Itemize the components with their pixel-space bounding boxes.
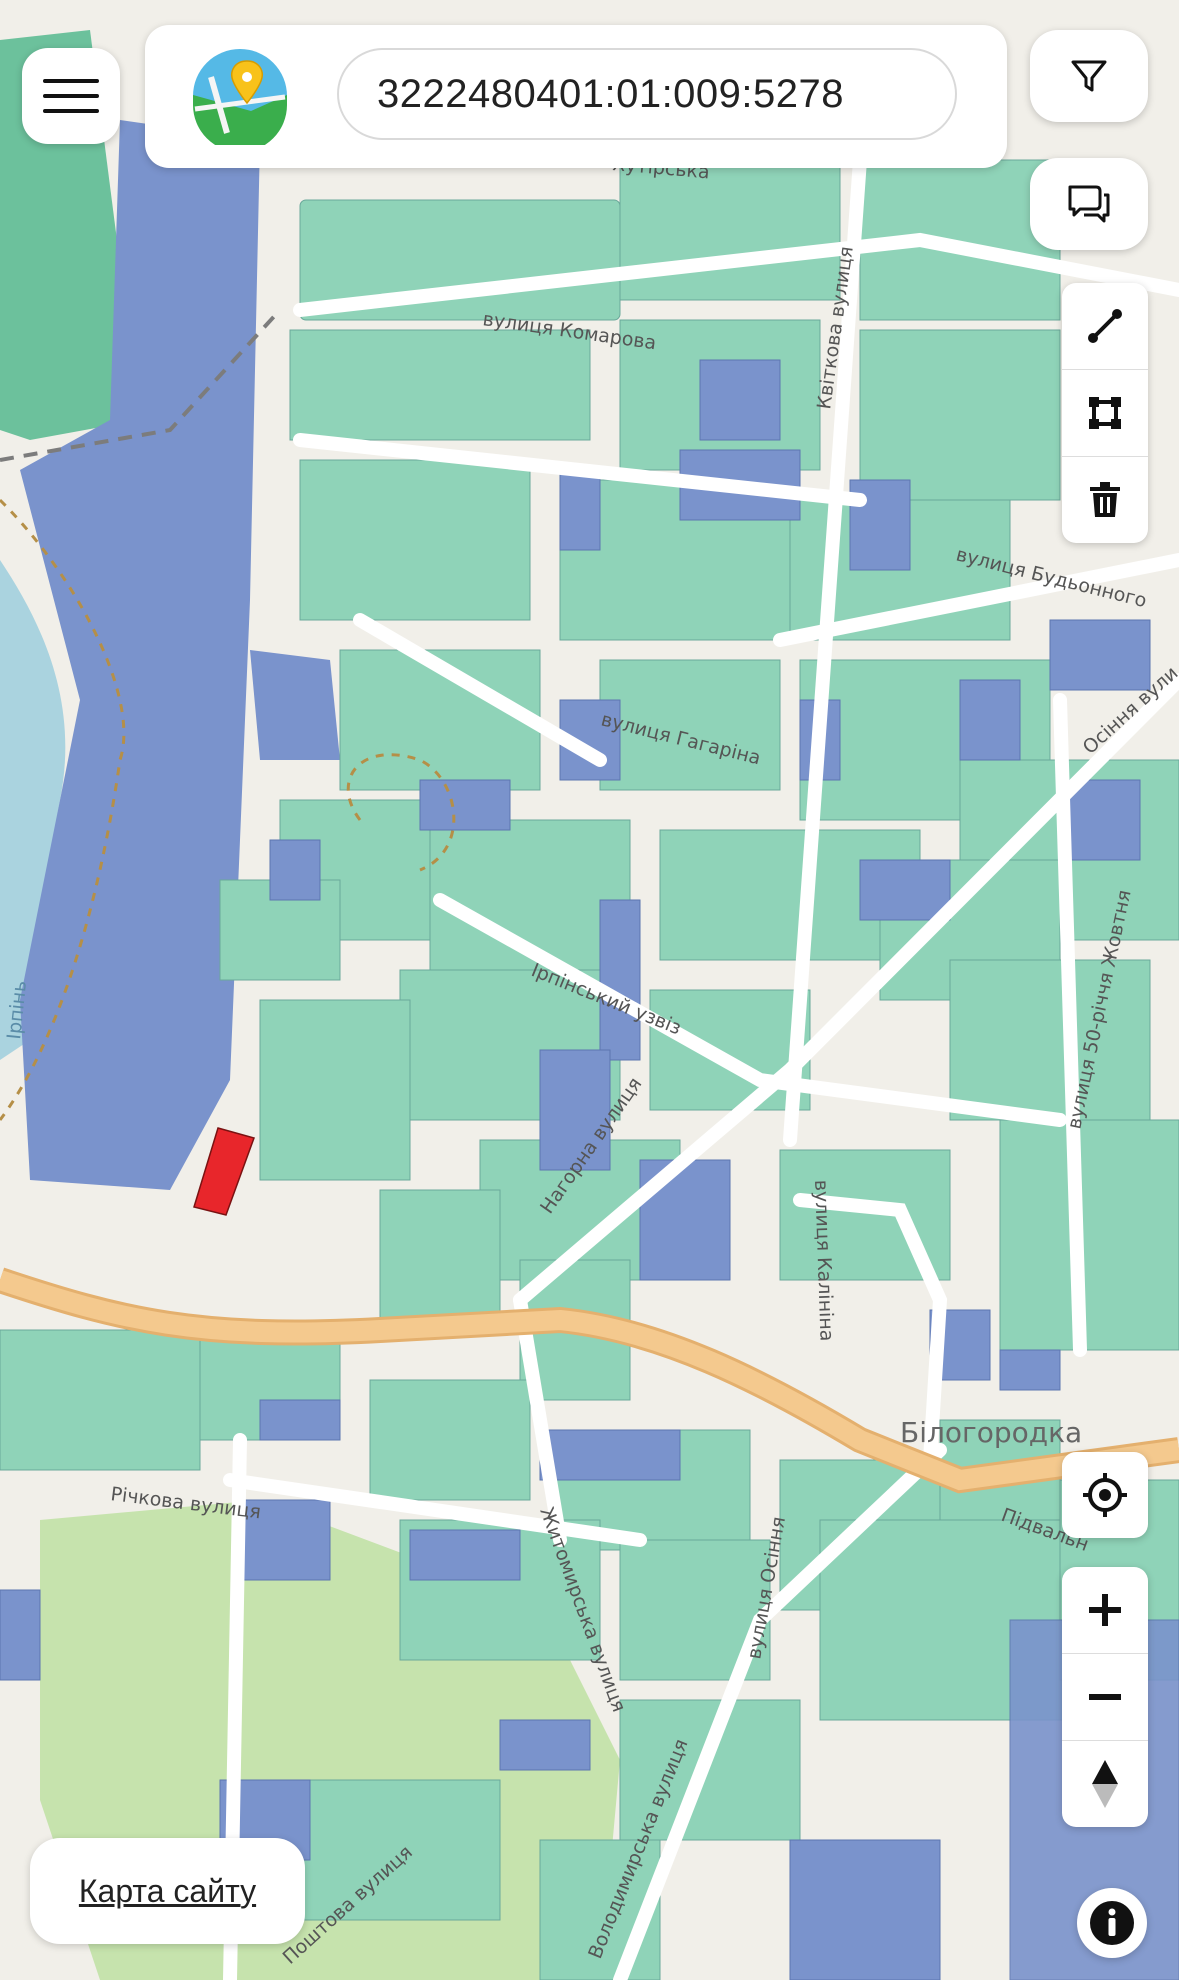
polygon-icon [1089,397,1121,429]
hamburger-icon [43,79,99,113]
map-canvas[interactable]: Хутірська вулиця Комарова Квіткова вулиц… [0,0,1179,1980]
zoom-in-button[interactable] [1062,1567,1148,1654]
polygon-tool[interactable] [1062,370,1148,457]
trash-icon [1090,482,1120,517]
filter-icon [1071,60,1107,92]
measure-line-icon [1088,309,1122,343]
sitemap-link[interactable]: Карта сайту [30,1838,305,1944]
large-parcel [250,650,340,760]
menu-button[interactable] [22,48,120,144]
plus-icon [1089,1594,1121,1626]
compass-button[interactable] [1062,1741,1148,1827]
info-icon [1090,1901,1134,1945]
map-pin-logo-icon [193,49,287,145]
info-button[interactable] [1077,1888,1147,1958]
cadastral-search-input[interactable]: 3222480401:01:009:5278 [337,48,957,140]
draw-tools [1062,283,1148,543]
zoom-out-button[interactable] [1062,1654,1148,1741]
compass-icon [1092,1760,1118,1808]
chat-button[interactable] [1030,158,1148,250]
delete-tool[interactable] [1062,457,1148,543]
minus-icon [1089,1694,1121,1700]
locate-button[interactable] [1062,1452,1148,1538]
locate-icon [1083,1473,1127,1517]
place-label-bilohorodka: Білогородка [900,1416,1082,1449]
chat-icon [1068,185,1110,223]
zoom-controls [1062,1567,1148,1827]
measure-line-tool[interactable] [1062,283,1148,370]
filter-button[interactable] [1030,30,1148,122]
